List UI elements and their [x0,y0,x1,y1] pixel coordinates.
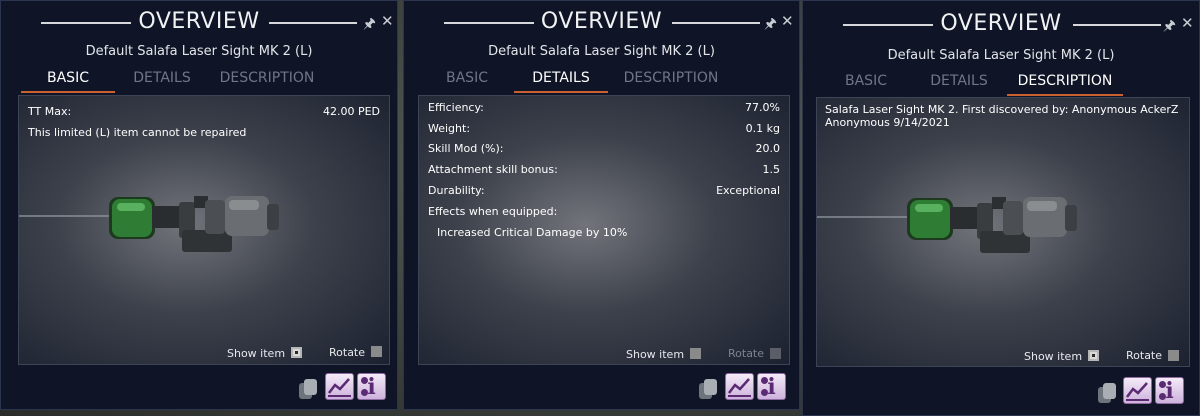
rotate-checkbox[interactable] [770,348,781,359]
effect-entry: Increased Critical Damage by 10% [437,226,628,239]
item-preview-image [817,196,1078,254]
item-name: Default Salafa Laser Sight MK 2 (L) [488,44,715,59]
title-line-right [269,22,357,24]
stat-row-attachment-bonus: Attachment skill bonus: 1.5 [428,163,780,176]
item-name: Default Salafa Laser Sight MK 2 (L) [85,44,313,59]
description-text: Salafa Laser Sight MK 2. First discovere… [825,103,1179,129]
title-bar[interactable]: OVERVIEW 🖈︎ ✕ [404,7,799,37]
item-name: Default Salafa Laser Sight MK 2 (L) [887,48,1115,63]
title-bar[interactable]: OVERVIEW 🖈︎ ✕ [803,9,1199,39]
tab-details[interactable]: DETAILS [125,70,199,86]
rotate-checkbox[interactable] [371,346,382,357]
stat-row-effects: Effects when equipped: [428,205,558,218]
stat-row-efficiency: Efficiency: 77.0% [428,101,780,114]
title-bar[interactable]: OVERVIEW 🖈︎ ✕ [1,7,397,37]
tt-max-row: TT Max: 42.00 PED [28,105,380,123]
info-icon[interactable]: i [1155,377,1184,404]
stat-row-weight: Weight: 0.1 kg [428,122,780,135]
tab-description[interactable]: DESCRIPTION [1007,73,1123,96]
tt-max-label: TT Max: [28,105,72,118]
info-icon[interactable]: i [757,373,786,400]
close-icon[interactable]: ✕ [1181,14,1194,32]
show-item-checkbox[interactable] [1088,350,1099,361]
stat-row-durability: Durability: Exceptional [428,184,780,197]
title-line-right [672,22,760,24]
pin-icon[interactable]: 🖈︎ [363,13,376,37]
overview-window-basic: OVERVIEW 🖈︎ ✕ Default Salafa Laser Sight… [0,0,398,410]
chart-icon[interactable] [1123,377,1152,404]
tab-details[interactable]: DETAILS [919,73,999,89]
rotate-label: Rotate [329,346,366,359]
tab-basic[interactable]: BASIC [831,73,901,89]
item-preview-image [19,195,280,253]
copy-icon[interactable] [297,378,319,400]
stat-row-skill-mod: Skill Mod (%): 20.0 [428,142,780,155]
active-tab-underline [1007,94,1123,96]
close-icon[interactable]: ✕ [781,12,794,30]
rotate-checkbox[interactable] [1168,350,1179,361]
tab-basic[interactable]: BASIC [21,70,115,93]
copy-icon[interactable] [1096,382,1118,404]
chart-icon[interactable] [325,373,354,400]
active-tab-underline [514,91,608,93]
show-item-label: Show item [626,348,685,361]
info-icon[interactable]: i [357,373,386,400]
overview-window-description: OVERVIEW 🖈︎ ✕ Default Salafa Laser Sight… [802,0,1200,416]
content-area: Salafa Laser Sight MK 2. First discovere… [816,97,1190,367]
repair-note: This limited (L) item cannot be repaired [28,126,247,139]
pin-icon[interactable]: 🖈︎ [764,13,777,37]
title-line-right [1073,24,1161,26]
overview-window-details: OVERVIEW 🖈︎ ✕ Default Salafa Laser Sight… [403,0,800,410]
close-icon[interactable]: ✕ [381,12,394,30]
copy-icon[interactable] [697,378,719,400]
content-area: Efficiency: 77.0% Weight: 0.1 kg Skill Mod… [418,95,790,365]
show-item-checkbox[interactable] [291,347,302,358]
show-item-label: Show item [1024,350,1083,363]
show-item-checkbox[interactable] [690,348,701,359]
pin-icon[interactable]: 🖈︎ [1163,15,1176,39]
content-area: TT Max: 42.00 PED This limited (L) item … [18,95,390,365]
active-tab-underline [21,91,115,93]
chart-icon[interactable] [725,373,754,400]
rotate-label: Rotate [728,347,765,360]
rotate-label: Rotate [1126,349,1163,362]
tab-details[interactable]: DETAILS [514,70,608,93]
show-item-label: Show item [227,347,286,360]
tt-max-value: 42.00 PED [322,105,380,118]
tab-basic[interactable]: BASIC [432,70,502,86]
tab-description[interactable]: DESCRIPTION [610,70,732,86]
tab-description[interactable]: DESCRIPTION [209,70,325,86]
